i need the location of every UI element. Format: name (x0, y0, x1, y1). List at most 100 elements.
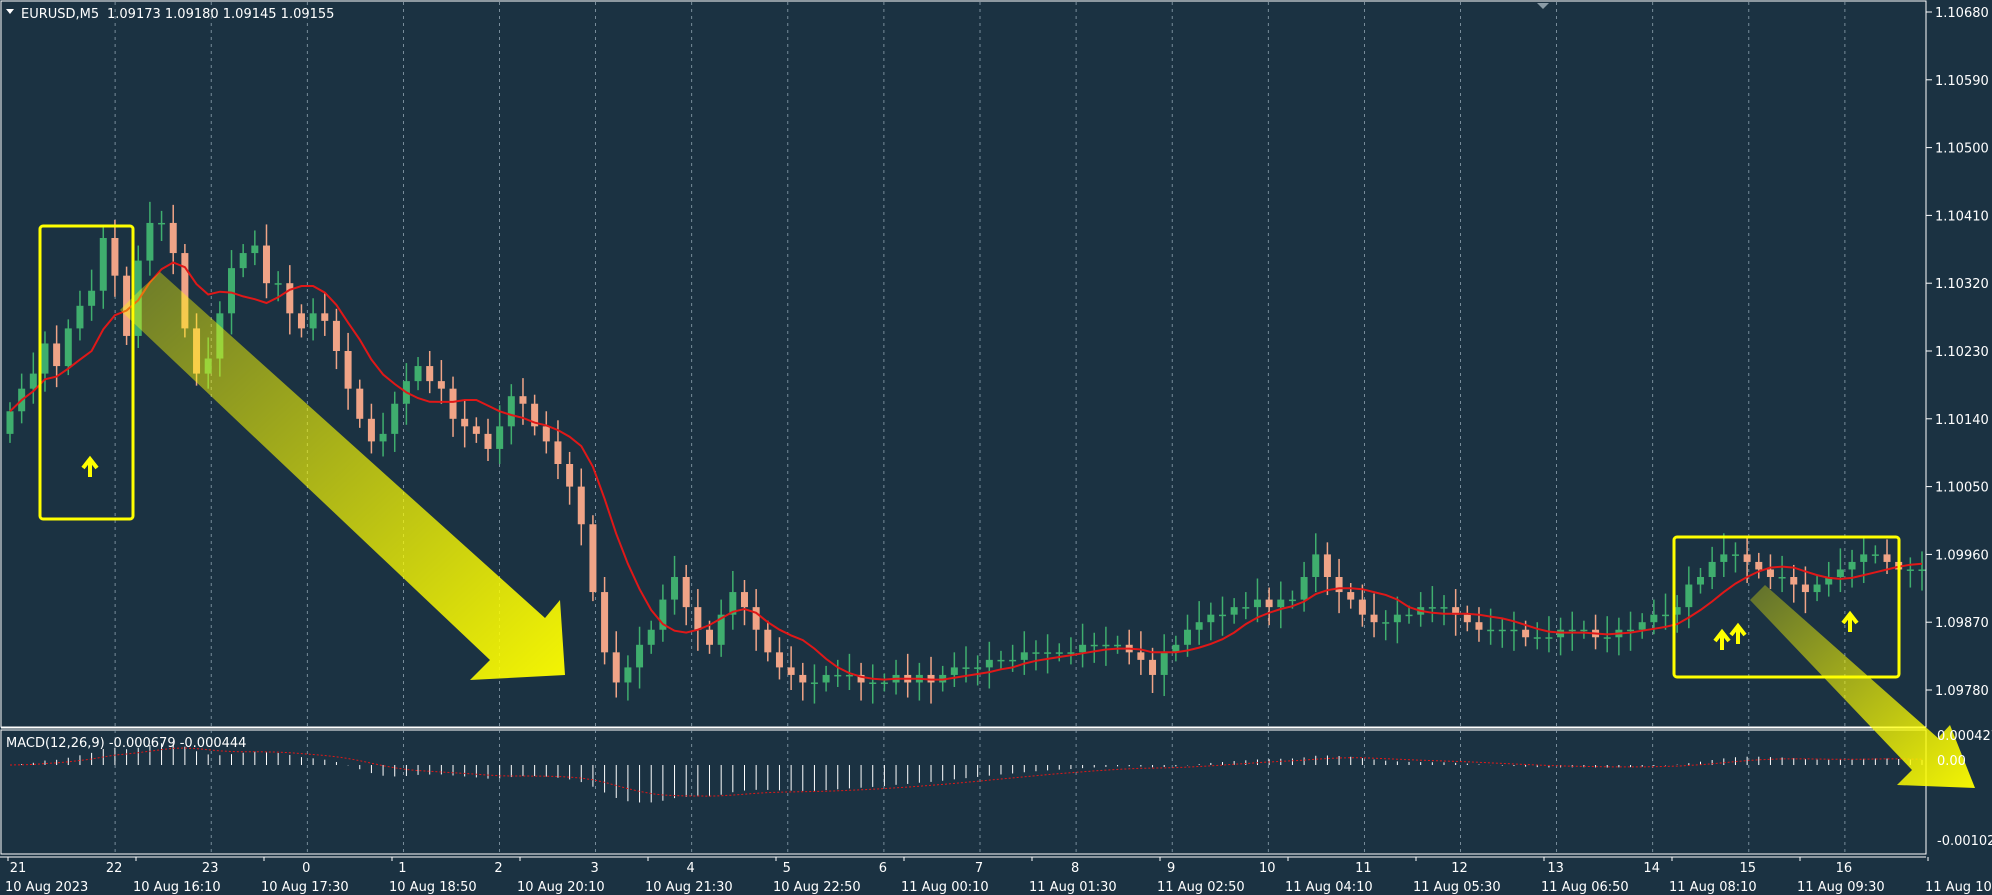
time-label: 10 Aug 18:50 (389, 880, 477, 895)
time-label: 10 Aug 16:10 (133, 880, 221, 895)
trading-chart[interactable]: EURUSD,M5 1.09173 1.09180 1.09145 1.0915… (0, 0, 1992, 895)
candle-body (41, 343, 49, 374)
candle-body (787, 667, 795, 675)
candle-body (461, 418, 469, 427)
hour-label: 4 (687, 861, 695, 876)
candle-body (1545, 637, 1553, 639)
candle-body (1114, 644, 1122, 647)
price-tick-label: 1.10680 (1935, 6, 1989, 21)
candle-body (111, 238, 119, 276)
candle-body (472, 426, 480, 434)
candle-body (1790, 577, 1798, 585)
hour-label: 9 (1167, 861, 1175, 876)
candle-body (1708, 561, 1716, 577)
candle-body (1312, 554, 1320, 577)
candle-body (799, 674, 807, 683)
price-tick-label: 1.10230 (1935, 345, 1989, 360)
hour-label: 15 (1740, 861, 1757, 876)
candle-body (1300, 577, 1308, 600)
candle-body (706, 629, 714, 645)
hour-label: 16 (1836, 861, 1853, 876)
chart-title: EURUSD,M5 (21, 7, 99, 22)
candle-body (1848, 561, 1856, 570)
candle-body (1218, 614, 1226, 617)
candle-body (1102, 644, 1110, 647)
candle-body (1743, 554, 1751, 562)
candle-body (1195, 622, 1203, 630)
candle-body (99, 238, 107, 291)
price-tick-label: 1.10590 (1935, 74, 1989, 89)
candle-body (1662, 614, 1670, 617)
candle-body (496, 426, 504, 449)
macd-histogram (9, 743, 1923, 803)
candle-body (1288, 599, 1296, 602)
candle-body (29, 373, 37, 389)
candle-body (1055, 652, 1063, 654)
candle-body (1044, 652, 1052, 654)
shift-marker-icon[interactable] (1537, 3, 1549, 9)
candle-body (834, 674, 842, 677)
candle-body (601, 592, 609, 653)
hour-labels: 21 22 23 0 1 2 3 4 5 6 7 8 9 10 11 12 13 14 15 16 (10, 861, 1852, 876)
candle-body (1440, 607, 1448, 609)
time-label: 10 Aug 2023 (5, 880, 88, 895)
time-label: 11 Aug 01:30 (1029, 880, 1117, 895)
hour-label: 23 (202, 861, 219, 876)
candle-body (1009, 659, 1017, 662)
candle-body (1696, 577, 1704, 585)
candle-body (1627, 629, 1635, 632)
time-label: 10 Aug 21:30 (645, 880, 733, 895)
time-label: 11 Aug 05:30 (1413, 880, 1501, 895)
candle-body (309, 313, 317, 329)
hour-label: 1 (398, 861, 406, 876)
price-tick-label: 1.10320 (1935, 277, 1989, 292)
price-tick-label: 1.09870 (1935, 616, 1989, 631)
candle-body (1230, 607, 1238, 615)
candle-body (251, 245, 259, 254)
down-arrow-large (120, 272, 565, 680)
candle-body (612, 652, 620, 683)
candle-body (671, 577, 679, 600)
candle-body (647, 629, 655, 645)
candle-body (1766, 569, 1774, 577)
candle-body (1323, 554, 1331, 577)
candle-body (158, 222, 166, 225)
price-tick-label: 1.09960 (1935, 548, 1989, 563)
candle-body (950, 667, 958, 675)
candle-body (974, 667, 982, 669)
candle-body (379, 433, 387, 442)
candle-body (1405, 614, 1413, 617)
candle-body (1067, 652, 1075, 654)
candle-body (962, 667, 970, 669)
candle-body (1020, 652, 1028, 660)
candle-body (810, 682, 818, 684)
candle-body (1382, 622, 1390, 624)
candle-body (286, 283, 294, 314)
hour-label: 5 (783, 861, 791, 876)
candle-body (822, 674, 830, 683)
candle-body (507, 396, 515, 427)
candle-body (624, 667, 632, 683)
candle-body (1358, 599, 1366, 615)
candle-body (262, 245, 270, 284)
main-pane-frame (0, 0, 1927, 728)
price-tick-label: 1.10410 (1935, 209, 1989, 224)
collapse-icon[interactable] (6, 9, 14, 14)
candle-body (1860, 554, 1868, 562)
candle-body (1813, 584, 1821, 593)
hour-label: 10 (1259, 861, 1276, 876)
hour-label: 7 (975, 861, 983, 876)
price-axis[interactable]: 1.10680 1.10590 1.10500 1.10410 1.10320 1.102… (1926, 6, 1989, 699)
hour-label: 0 (302, 861, 310, 876)
candle-body (356, 388, 364, 419)
candle-body (367, 418, 375, 442)
candle-body (1463, 614, 1471, 623)
candle-body (636, 644, 644, 668)
macd-scale-label: -0.001029 (1937, 834, 1992, 849)
candle-body (1603, 637, 1611, 639)
annotation-group-left (38, 224, 565, 680)
candle-body (1090, 644, 1098, 647)
macd-label: MACD(12,26,9) -0.000679 -0.000444 (6, 736, 246, 751)
time-label: 11 Aug 04:10 (1285, 880, 1373, 895)
candle-body (682, 577, 690, 608)
